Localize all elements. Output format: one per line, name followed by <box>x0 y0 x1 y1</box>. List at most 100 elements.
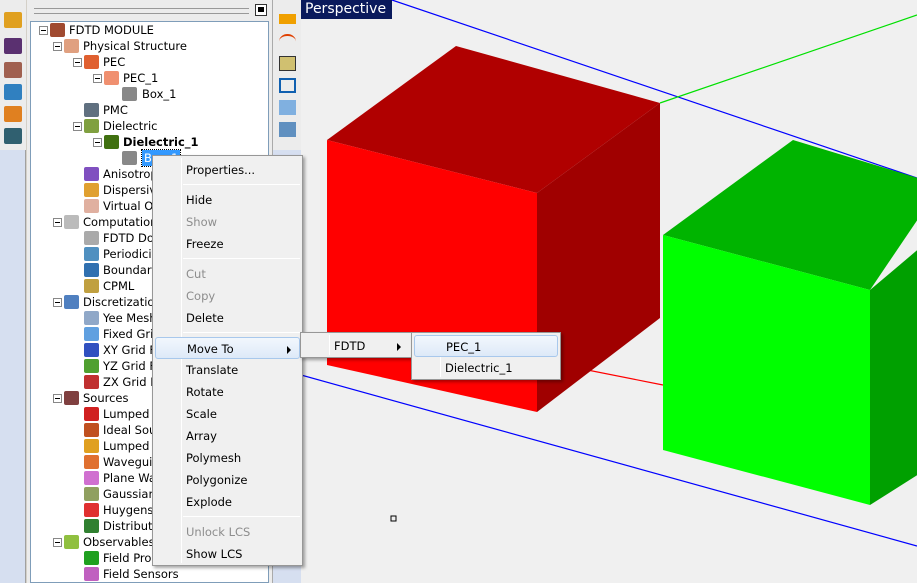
tree-item-label: FDTD Do <box>103 231 154 245</box>
tree-item-label: Boundary <box>103 263 159 277</box>
collapse-toggle[interactable] <box>53 394 62 403</box>
menu-item-cut[interactable]: Cut <box>155 263 300 285</box>
menu-item-label: Copy <box>186 289 216 303</box>
module-icon-2[interactable] <box>4 38 22 54</box>
tree-item-label: CPML <box>103 279 135 293</box>
menu-item-label: Cut <box>186 267 206 281</box>
box-icon <box>122 151 137 165</box>
tree-item[interactable]: FDTD MODULE <box>31 22 268 38</box>
observables-icon <box>64 535 79 549</box>
menu-item-properties[interactable]: Properties... <box>155 159 300 181</box>
xy-grid-icon <box>84 343 99 357</box>
tree-item[interactable]: Dielectric <box>31 118 268 134</box>
panel-maximize-button[interactable] <box>255 4 267 16</box>
module-icon-4[interactable] <box>4 84 22 100</box>
collapse-toggle[interactable] <box>73 58 82 67</box>
material-icon[interactable] <box>279 56 296 71</box>
gaussian-icon <box>84 487 99 501</box>
module-icon-6[interactable] <box>4 128 22 144</box>
tree-item-label: Observables <box>83 535 155 549</box>
menu-item-polygonize[interactable]: Polygonize <box>155 469 300 491</box>
yee-mesh-icon <box>84 311 99 325</box>
module-icon-1[interactable] <box>4 12 22 28</box>
collapse-toggle[interactable] <box>93 138 102 147</box>
tree-item-label: Anisotrop <box>103 167 158 181</box>
tree-item[interactable]: PMC <box>31 102 268 118</box>
tree-item[interactable]: PEC_1 <box>31 70 268 86</box>
pec-material-icon <box>104 71 119 85</box>
tree-item[interactable]: Field Sensors <box>31 566 268 582</box>
view-label: Perspective <box>301 0 392 19</box>
menu-item-label: Translate <box>186 363 239 377</box>
menu-item-label: Hide <box>186 193 213 207</box>
menu-item-delete[interactable]: Delete <box>155 307 300 329</box>
menu-item-show[interactable]: Show <box>155 211 300 233</box>
tree-item[interactable]: PEC <box>31 54 268 70</box>
collapse-toggle[interactable] <box>39 26 48 35</box>
tree-item-label: Gaussian <box>103 487 156 501</box>
menu-item-label: Polygonize <box>186 473 248 487</box>
panel-grip[interactable] <box>34 8 249 14</box>
dielectric-icon <box>84 119 99 133</box>
menu-item-show-lcs[interactable]: Show LCS <box>155 543 300 565</box>
collapse-toggle[interactable] <box>53 538 62 547</box>
menu-item-explode[interactable]: Explode <box>155 491 300 513</box>
menu-item-label: Unlock LCS <box>186 525 251 539</box>
collapse-toggle[interactable] <box>53 218 62 227</box>
ideal-source-icon <box>84 423 99 437</box>
grid-icon[interactable] <box>279 100 296 115</box>
yz-grid-icon <box>84 359 99 373</box>
pec-icon <box>84 55 99 69</box>
sources-icon <box>64 391 79 405</box>
green-box[interactable] <box>663 140 917 505</box>
module-icon-5[interactable] <box>4 106 22 122</box>
tree-item-label: Dispersiv <box>103 183 157 197</box>
ruler-icon[interactable] <box>279 14 296 24</box>
menu-separator <box>183 332 300 333</box>
collapse-toggle[interactable] <box>53 298 62 307</box>
tree-item-label: Discretization <box>83 295 162 309</box>
3d-viewport[interactable]: Perspective <box>301 0 917 583</box>
menu-item-hide[interactable]: Hide <box>155 189 300 211</box>
tree-item-label: PEC_1 <box>123 71 159 85</box>
zx-grid-icon <box>84 375 99 389</box>
collapse-toggle[interactable] <box>53 42 62 51</box>
menu-separator <box>183 184 300 185</box>
tree-item-label: Ideal Sou <box>103 423 157 437</box>
dispersive-icon <box>84 183 99 197</box>
tree-item-label: PEC <box>103 55 126 69</box>
menu-item-pec-1[interactable]: PEC_1 <box>414 335 558 357</box>
anisotropic-icon <box>84 167 99 181</box>
scene <box>301 0 917 547</box>
menu-item-label: Show <box>186 215 218 229</box>
menu-item-array[interactable]: Array <box>155 425 300 447</box>
fdtd-module-tab-icon[interactable] <box>4 62 22 78</box>
plane-wave-icon <box>84 471 99 485</box>
menu-item-label: Scale <box>186 407 217 421</box>
box-shape-icon[interactable] <box>279 78 296 93</box>
menu-item-move-to[interactable]: Move To <box>155 337 300 359</box>
tree-item[interactable]: Dielectric_1 <box>31 134 268 150</box>
menu-item-dielectric-1[interactable]: Dielectric_1 <box>414 357 558 379</box>
mesh-icon[interactable] <box>279 122 296 137</box>
collapse-toggle[interactable] <box>93 74 102 83</box>
collapse-toggle[interactable] <box>73 122 82 131</box>
menu-item-label: PEC_1 <box>446 340 482 354</box>
menu-item-translate[interactable]: Translate <box>155 359 300 381</box>
menu-item-copy[interactable]: Copy <box>155 285 300 307</box>
physical-structure-icon <box>64 39 79 53</box>
menu-item-fdtd[interactable]: FDTD <box>303 335 409 357</box>
tree-item-label: PMC <box>103 103 128 117</box>
tree-item[interactable]: Physical Structure <box>31 38 268 54</box>
menu-item-rotate[interactable]: Rotate <box>155 381 300 403</box>
menu-item-label: Polymesh <box>186 451 242 465</box>
tree-item-label: YZ Grid F <box>103 359 156 373</box>
tree-item-label: XY Grid F <box>103 343 156 357</box>
tree-item[interactable]: Box_1 <box>31 86 268 102</box>
tree-item-label: Field Sensors <box>103 567 179 581</box>
menu-item-freeze[interactable]: Freeze <box>155 233 300 255</box>
waveform-icon[interactable] <box>279 34 296 49</box>
menu-item-unlock-lcs[interactable]: Unlock LCS <box>155 521 300 543</box>
menu-item-scale[interactable]: Scale <box>155 403 300 425</box>
menu-item-polymesh[interactable]: Polymesh <box>155 447 300 469</box>
